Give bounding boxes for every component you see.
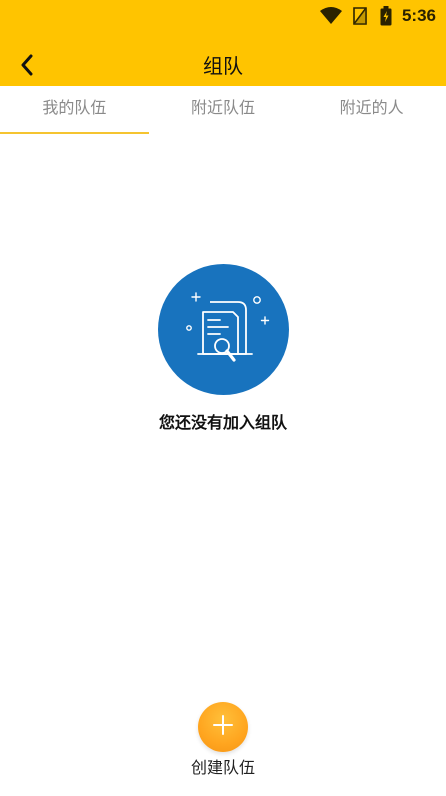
tab-my-team[interactable]: 我的队伍	[0, 86, 149, 136]
no-signal-icon	[352, 7, 368, 25]
plus-icon	[212, 714, 234, 740]
tab-nearby-people[interactable]: 附近的人	[297, 86, 446, 136]
active-tab-indicator	[0, 132, 149, 134]
create-team-label: 创建队伍	[190, 758, 255, 777]
tab-nearby-teams[interactable]: 附近队伍	[149, 86, 298, 136]
tab-label: 附近的人	[339, 98, 404, 117]
empty-state: 您还没有加入组队	[0, 264, 446, 433]
battery-charging-icon	[380, 6, 392, 26]
status-bar: 5:36	[0, 0, 446, 34]
empty-documents-search-icon	[157, 264, 289, 395]
create-team-fab[interactable]	[198, 702, 248, 752]
status-icons: 5:36	[319, 5, 436, 27]
status-time: 5:36	[401, 6, 436, 25]
page-title: 组队	[203, 54, 243, 78]
app-header: 5:36 组队	[0, 0, 446, 86]
empty-message: 您还没有加入组队	[158, 413, 287, 432]
tab-label: 我的队伍	[42, 98, 107, 117]
wifi-icon	[319, 7, 342, 25]
tab-label: 附近队伍	[191, 98, 256, 117]
tab-bar: 我的队伍 附近队伍 附近的人	[0, 86, 446, 136]
create-team-button[interactable]: 创建队伍	[173, 702, 273, 778]
